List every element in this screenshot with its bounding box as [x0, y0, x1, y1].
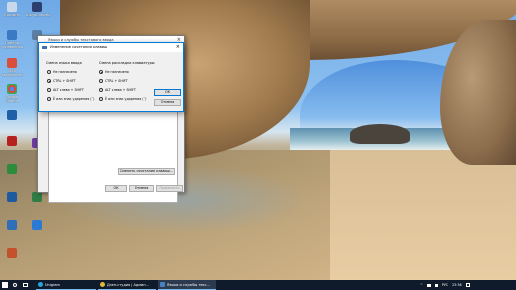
recycle-bin-icon	[7, 2, 17, 12]
radio-indicator	[99, 79, 103, 83]
app-icon	[7, 248, 17, 258]
taskbar-app-text-services[interactable]: Языки и службы текс...	[158, 280, 216, 290]
computer-icon	[7, 58, 17, 68]
lang-radio-none[interactable]: Не назначено	[47, 70, 77, 74]
app-icon	[7, 220, 17, 230]
network-icon[interactable]	[426, 283, 431, 287]
keyboard-icon	[42, 45, 47, 49]
task-view-button[interactable]	[23, 280, 28, 290]
lang-radio-alt-shift[interactable]: ALT слева + SHIFT	[47, 88, 84, 92]
radio-indicator	[99, 97, 103, 101]
search-button[interactable]	[13, 280, 17, 290]
windows-icon	[2, 282, 8, 288]
keyboard-icon	[160, 282, 165, 287]
desktop-icon-acrobat[interactable]	[1, 136, 23, 147]
desktop-icon-app-8[interactable]	[26, 192, 48, 203]
radio-indicator	[47, 88, 51, 92]
desktop-icon-app-5[interactable]	[1, 248, 23, 259]
chevron-up-icon[interactable]: ^	[420, 283, 423, 287]
desktop-icon-app-4[interactable]	[1, 220, 23, 231]
desktop-icon-app-1[interactable]	[1, 110, 23, 121]
desktop-icon-shortcut[interactable]: ШкурСлмиКи	[26, 2, 51, 17]
layout-radio-grave[interactable]: Ё или знак ударения (`)	[99, 97, 146, 101]
hotkey-cancel-button[interactable]: Отмена	[154, 99, 181, 106]
wallpaper-rock-islet	[350, 124, 410, 144]
clock[interactable]: 23:36	[452, 283, 462, 287]
desktop-icon-chrome[interactable]: Google Chrome	[1, 84, 23, 103]
taskbar-app-chrome[interactable]: Дзен-студия | Админ...	[98, 280, 156, 290]
chrome-icon	[100, 282, 105, 287]
radio-indicator-selected	[47, 79, 51, 83]
input-language-group-label: Смена языка ввода	[46, 61, 82, 65]
radio-indicator	[47, 70, 51, 74]
telegram-icon	[38, 282, 43, 287]
app-icon	[7, 164, 17, 174]
layout-radio-none[interactable]: Не назначено	[99, 70, 129, 74]
chrome-icon	[7, 84, 17, 94]
taskbar-app-unigram[interactable]: Unigram	[36, 280, 96, 290]
system-tray: ^ РУС 23:36	[420, 280, 470, 290]
volume-icon[interactable]	[434, 283, 438, 287]
radio-indicator-selected	[99, 70, 103, 74]
control-panel-icon	[7, 30, 17, 40]
desktop-icon-edge[interactable]	[26, 220, 48, 231]
change-hotkey-button[interactable]: Сменить сочетание клавиш...	[118, 168, 175, 175]
edge-icon	[32, 220, 42, 230]
radio-indicator	[47, 97, 51, 101]
change-hotkey-dialog: Изменение сочетания клавиш × Смена языка…	[38, 42, 184, 112]
dialog-title: Изменение сочетания клавиш	[50, 45, 108, 49]
layout-radio-alt-shift[interactable]: ALT слева + SHIFT	[99, 88, 136, 92]
language-indicator[interactable]: РУС	[442, 283, 448, 287]
change-hotkey-titlebar: Изменение сочетания клавиш ×	[39, 43, 183, 52]
desktop-icon-recycle-bin[interactable]: Корзина	[1, 2, 23, 17]
desktop-icon-control-panel[interactable]: Панель управления	[1, 30, 23, 49]
lang-radio-ctrl-shift[interactable]: CTRL + SHIFT	[47, 79, 76, 83]
cancel-button[interactable]: Отмена	[129, 185, 154, 192]
taskbar: Unigram Дзен-студия | Админ... Языки и с…	[0, 280, 516, 290]
desktop-icon-app-3[interactable]	[1, 192, 23, 203]
start-button[interactable]	[2, 280, 8, 290]
search-icon	[13, 283, 17, 287]
acrobat-icon	[7, 136, 17, 146]
desktop-icon-app-2[interactable]	[1, 164, 23, 175]
desktop-icon-computer[interactable]: Мой компьютер	[1, 58, 23, 77]
lang-radio-grave[interactable]: Ё или знак ударения (`)	[47, 97, 94, 101]
apply-button[interactable]: Применить	[156, 185, 183, 192]
close-icon[interactable]: ×	[176, 44, 180, 50]
layout-radio-ctrl-shift[interactable]: CTRL + SHIFT	[99, 79, 128, 83]
notifications-icon[interactable]	[465, 283, 470, 287]
ok-button[interactable]: ОК	[105, 185, 127, 192]
radio-indicator	[99, 88, 103, 92]
app-icon	[7, 192, 17, 202]
app-icon	[7, 110, 17, 120]
app-icon	[32, 2, 42, 12]
task-view-icon	[23, 283, 28, 287]
app-icon	[32, 192, 42, 202]
hotkey-ok-button[interactable]: ОК	[154, 89, 181, 96]
wallpaper-dry-sand	[330, 150, 516, 280]
layout-group-label: Смена раскладки клавиатуры	[99, 61, 155, 65]
